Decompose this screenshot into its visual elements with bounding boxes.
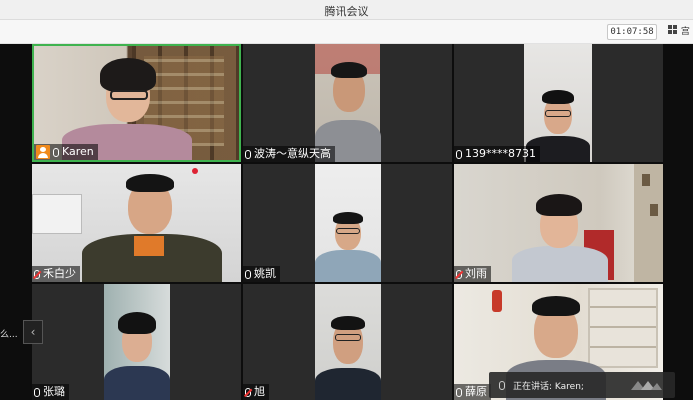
participant-name: 旭 <box>254 385 265 398</box>
participant-name: 波涛～意纵天高 <box>254 147 331 160</box>
participant-label: 139****8731 <box>454 146 540 162</box>
video-tile[interactable]: 旭 <box>243 284 452 400</box>
gallery-view-button[interactable]: 宫 <box>668 25 693 39</box>
microphone-muted-icon <box>34 269 40 279</box>
participant-name: Karen <box>62 145 94 158</box>
participant-name: 139****8731 <box>465 147 536 160</box>
video-feed <box>243 284 452 400</box>
participant-label: Karen <box>34 144 98 160</box>
video-feed <box>243 164 452 282</box>
meeting-window: 腾讯会议 01:07:58 宫 Karen 波涛～意纵天高 139****873… <box>0 0 693 400</box>
video-tile[interactable]: 禾白少 <box>32 164 241 282</box>
microphone-icon <box>34 387 40 397</box>
video-tile[interactable]: 139****8731 <box>454 44 663 162</box>
participant-name: 张璐 <box>43 385 65 398</box>
microphone-icon <box>245 149 251 159</box>
grid-view-icon <box>668 25 678 35</box>
tencent-meeting-logo-icon <box>631 381 662 390</box>
speaking-indicator: 正在讲话: Karen; <box>489 372 675 398</box>
speaking-text: 正在讲话: Karen; <box>513 381 584 392</box>
window-title: 腾讯会议 <box>324 5 369 18</box>
video-feed <box>454 44 663 162</box>
participant-label: 姚凯 <box>243 266 280 282</box>
participant-name: 刘雨 <box>465 267 487 280</box>
microphone-muted-icon <box>456 269 462 279</box>
microphone-icon <box>53 147 59 157</box>
video-feed <box>454 164 663 282</box>
title-bar: 腾讯会议 <box>0 0 693 20</box>
microphone-icon <box>499 380 505 390</box>
microphone-muted-icon <box>245 387 251 397</box>
participant-label: 薛原 <box>454 384 491 400</box>
collapse-panel-button[interactable]: ‹ <box>23 320 43 344</box>
microphone-icon <box>245 269 251 279</box>
participant-label: 波涛～意纵天高 <box>243 146 335 162</box>
participant-name: 薛原 <box>465 385 487 398</box>
microphone-icon <box>456 149 462 159</box>
video-tile[interactable]: 刘雨 <box>454 164 663 282</box>
video-feed <box>34 46 239 160</box>
participant-label: 旭 <box>243 384 269 400</box>
participant-label: 张璐 <box>32 384 69 400</box>
video-tile[interactable]: 张璐 <box>32 284 241 400</box>
meeting-timer: 01:07:58 <box>607 24 657 40</box>
side-panel-text: 么... <box>0 330 18 340</box>
microphone-icon <box>456 387 462 397</box>
participant-label: 禾白少 <box>32 266 80 282</box>
gallery-view-label: 宫 <box>680 27 690 37</box>
video-gallery: Karen 波涛～意纵天高 139****8731 禾白少 姚凯 刘雨 张璐 旭… <box>0 44 693 400</box>
top-toolbar: 01:07:58 宫 <box>0 20 693 44</box>
participant-label: 刘雨 <box>454 266 491 282</box>
video-tile[interactable]: 姚凯 <box>243 164 452 282</box>
host-icon <box>36 145 50 159</box>
video-tile[interactable]: Karen <box>32 44 241 162</box>
video-tile[interactable]: 波涛～意纵天高 <box>243 44 452 162</box>
participant-name: 禾白少 <box>43 267 76 280</box>
video-feed <box>32 164 241 282</box>
video-feed <box>243 44 452 162</box>
participant-name: 姚凯 <box>254 267 276 280</box>
video-feed <box>32 284 241 400</box>
